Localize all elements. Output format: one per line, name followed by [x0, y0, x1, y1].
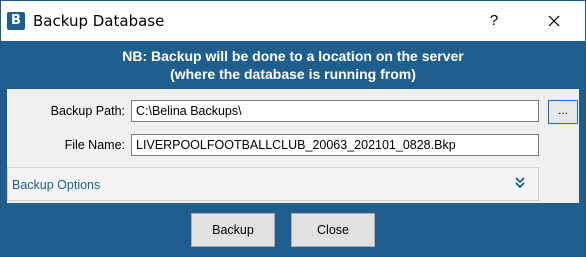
close-button[interactable]: Close	[291, 213, 375, 247]
backup-dialog: B Backup Database ? NB: Backup will be d…	[0, 0, 586, 257]
help-button[interactable]: ?	[479, 7, 509, 35]
file-name-label: File Name:	[64, 138, 125, 152]
backup-path-input[interactable]	[131, 100, 539, 122]
form-panel: Backup Path: ... File Name: Backup Optio…	[7, 89, 579, 203]
app-icon: B	[7, 12, 25, 30]
file-name-input[interactable]	[131, 134, 539, 156]
title-bar: B Backup Database ?	[1, 1, 585, 41]
notice-line-1: NB: Backup will be done to a location on…	[122, 48, 464, 64]
close-window-button[interactable]	[539, 7, 569, 35]
backup-options-expander[interactable]: Backup Options	[7, 167, 539, 201]
backup-button[interactable]: Backup	[191, 213, 275, 247]
backup-options-label: Backup Options	[12, 178, 101, 192]
server-location-notice: NB: Backup will be done to a location on…	[1, 41, 585, 87]
chevron-double-down-icon	[515, 177, 525, 189]
notice-line-2: (where the database is running from)	[170, 66, 416, 82]
browse-button[interactable]: ...	[548, 100, 578, 124]
window-title: Backup Database	[33, 12, 165, 30]
backup-path-label: Backup Path:	[50, 104, 125, 118]
close-icon	[548, 15, 560, 27]
